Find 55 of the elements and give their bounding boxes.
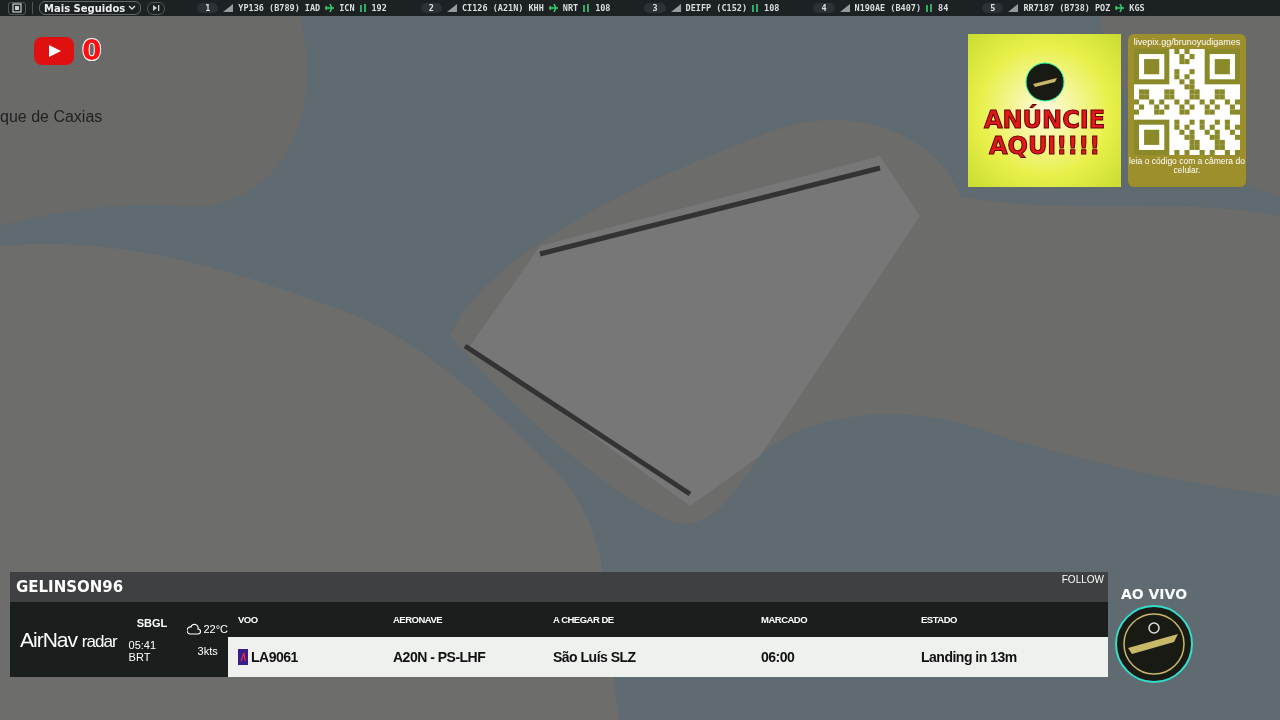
follower-count: 192	[371, 3, 387, 13]
column-header: AERONAVE	[393, 614, 444, 625]
follower-count: 108	[764, 3, 780, 13]
column-header: MARCADO	[761, 614, 809, 625]
airline-logo-icon	[238, 649, 248, 665]
destination-code: NRT	[562, 3, 579, 13]
flight-callsign[interactable]: N190AE (B407)	[854, 3, 922, 13]
skip-icon[interactable]	[147, 1, 166, 15]
rank-badge: 2	[420, 3, 442, 13]
follower-count: 84	[938, 3, 949, 13]
ranking-dropdown[interactable]: Mais Seguidos	[39, 1, 142, 15]
follow-button[interactable]: FOLLOW	[1061, 572, 1104, 585]
qr-url: livepix.gg/brunoyudigames	[1133, 37, 1241, 47]
temperature: 22°C	[203, 622, 228, 635]
table-cell: São Luís SLZ	[553, 649, 636, 665]
rank-badge: 3	[644, 3, 666, 13]
cloud-icon	[187, 622, 202, 635]
brand-logo: AirNav radar	[20, 627, 117, 652]
origin-code: KHH	[528, 3, 544, 13]
caret-icon	[128, 5, 137, 11]
flight-callsign[interactable]: YP136 (B789)	[238, 3, 300, 13]
qr-caption: leia o código com a câmera do celular.	[1128, 157, 1246, 176]
table-cell: Landing in 13m	[921, 649, 1017, 665]
map-place-label: que de Caxias	[0, 108, 103, 126]
logo-icon	[1024, 62, 1065, 103]
logo-icon	[1114, 604, 1194, 684]
column-header: VOO	[238, 614, 259, 625]
plane-icon	[325, 3, 335, 13]
flight-callsign[interactable]: RR7187 (B738)	[1023, 3, 1090, 13]
flight-callsign[interactable]: CI126 (A21N)	[462, 3, 524, 13]
column-header: A CHEGAR DE	[553, 614, 615, 625]
destination-code: ICN	[339, 3, 355, 13]
rank-badge: 4	[813, 3, 835, 13]
flight-callsign[interactable]: DEIFP (C152)	[685, 3, 748, 13]
table-cell: 06:00	[761, 649, 795, 665]
window-icon[interactable]	[8, 1, 26, 15]
origin-code: IAD	[304, 3, 321, 13]
qr-code-icon	[1134, 49, 1240, 155]
local-time: 05:41 BRT	[128, 638, 158, 663]
plane-icon	[1115, 3, 1125, 13]
table-cell: A20N - PS-LHF	[393, 649, 486, 665]
subscriber-count: 0	[82, 34, 102, 67]
rank-badge: 1	[197, 3, 219, 13]
table-cell: LA9061	[251, 649, 298, 665]
plane-icon	[548, 3, 558, 13]
origin-code: POZ	[1094, 3, 1111, 13]
wind-speed: 3kts	[197, 645, 218, 657]
live-label: AO VIVO	[1120, 586, 1188, 602]
airport-code: SBGL	[136, 616, 168, 629]
follower-count: 108	[595, 3, 611, 13]
username: GELINSON96	[16, 578, 124, 596]
column-header: ESTADO	[921, 614, 958, 625]
play-icon	[34, 36, 74, 65]
destination-code: KGS	[1129, 3, 1145, 13]
rank-badge: 5	[982, 3, 1004, 13]
